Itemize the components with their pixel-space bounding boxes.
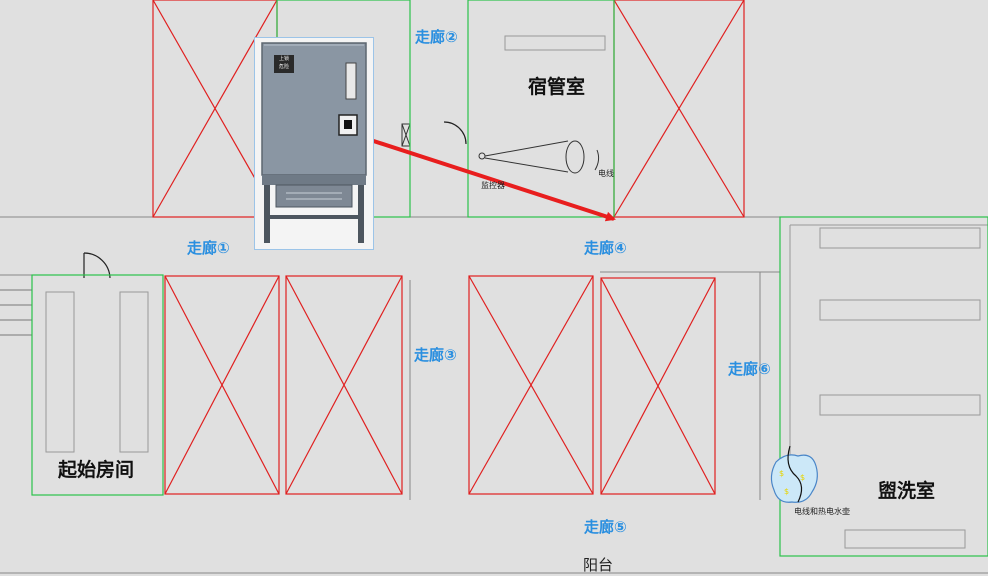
corridor-label-2: 走廊② [415,28,458,46]
locked-room-mid-2 [285,275,403,495]
room-label-start-room: 起始房间 [58,459,135,481]
room-label-dorm-manager: 宿管室 [528,76,586,98]
walls [0,0,988,574]
door-arc-manager [443,121,467,145]
electrical-cabinet-image: 上锁 危险 [253,36,375,251]
annotation-cctv: 监控器 [481,181,505,190]
locked-room-mid-4 [600,277,716,495]
accessible-rooms [31,0,988,557]
locked-room-mid-3 [468,275,594,495]
cabinet-sign: 上锁 危险 [274,55,294,73]
locked-room-top-right [613,0,745,218]
svg-text:$: $ [800,473,805,482]
annotation-cable: 电线 [598,169,614,178]
stairs [0,289,32,336]
room-outline-washroom [779,216,988,557]
room-label-washroom: 盥洗室 [878,480,936,502]
locked-room-mid-1 [164,275,280,495]
svg-text:$: $ [779,469,784,478]
corridor-label-4: 走廊④ [584,239,627,257]
furniture [45,35,988,549]
locked-rooms [152,0,745,495]
corridor-label-5: 走廊⑤ [584,518,627,536]
annotation-water-heater: 电线和热电水壶 [794,507,850,516]
path-arrow [351,132,616,222]
cabinet-sign-line2: 危险 [278,64,289,70]
door-arc [83,252,111,279]
corridor-label-3: 走廊③ [414,346,457,364]
corridor-label-1: 走廊① [187,239,230,257]
svg-text:$: $ [784,487,789,496]
water-heater-icon: $ $ $ [770,445,818,503]
cctv-sketch [478,140,600,174]
cabinet-sign-line1: 上锁 [278,56,289,62]
room-label-balcony: 阳台 [583,556,614,574]
floor-plan: $ $ $ [0,0,988,574]
corridor-label-6: 走廊⑥ [728,360,771,378]
